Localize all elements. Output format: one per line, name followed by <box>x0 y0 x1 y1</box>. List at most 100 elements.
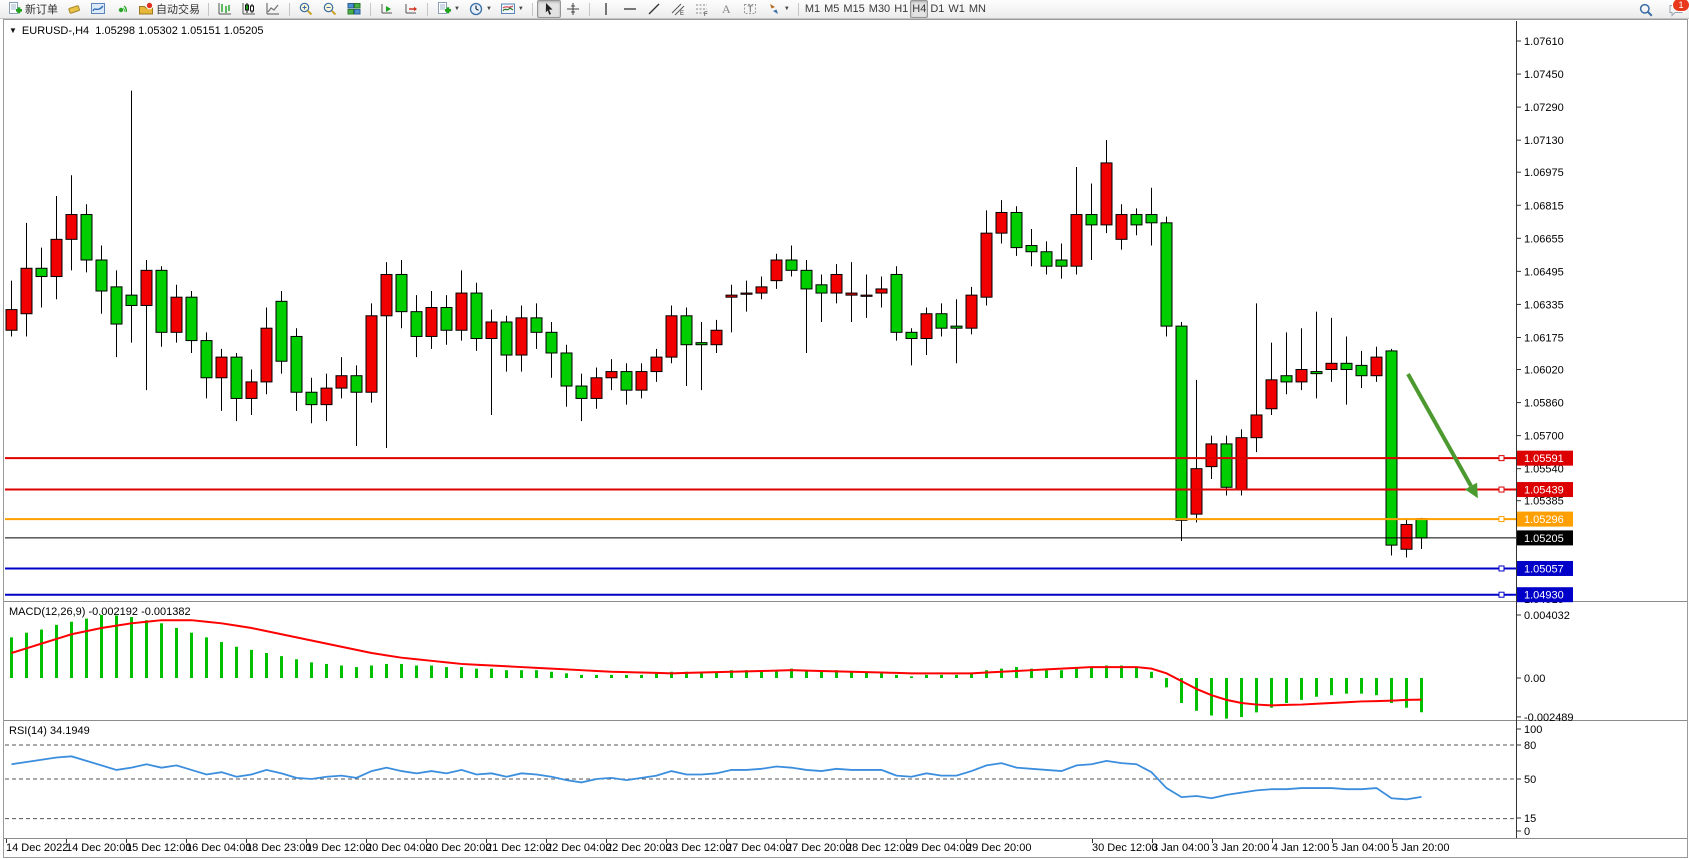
time-tick-label: 22 Dec 20:00 <box>606 842 671 854</box>
candle-body <box>1161 223 1172 326</box>
candle-body <box>1251 415 1262 438</box>
timeframe-m5-button[interactable]: M5 <box>822 0 841 18</box>
candle-body <box>81 215 92 260</box>
timeframe-d1-button[interactable]: D1 <box>928 0 946 18</box>
candle-body <box>186 297 197 340</box>
time-tick-label: 14 Dec 2022 <box>6 842 68 854</box>
price-badge-label: 1.05591 <box>1524 453 1564 465</box>
timeframe-m30-button[interactable]: M30 <box>867 0 892 18</box>
candle-body <box>51 239 62 276</box>
periods-button[interactable]: ▼ <box>464 0 496 18</box>
candle-body <box>1266 380 1277 409</box>
candle-chart-button[interactable] <box>237 0 261 18</box>
candle-body <box>846 293 857 295</box>
auto-trading-button[interactable]: 自动交易 <box>134 0 204 18</box>
timeframe-m15-button[interactable]: M15 <box>841 0 866 18</box>
signals-button[interactable] <box>110 0 134 18</box>
timeframe-h4-button[interactable]: H4 <box>910 0 928 18</box>
candle-body <box>1086 215 1097 225</box>
candle-body <box>1311 372 1322 374</box>
candle-body <box>1281 376 1292 382</box>
time-tick-label: 4 Jan 12:00 <box>1272 842 1330 854</box>
chart-shift-button[interactable] <box>399 0 423 18</box>
candle-body <box>756 287 767 293</box>
candle-body <box>336 376 347 388</box>
equidistant-channel-button[interactable]: E <box>666 0 690 18</box>
chart-canvas[interactable]: 1.076101.074501.072901.071301.069751.068… <box>0 0 1689 859</box>
signals-icon <box>114 1 130 17</box>
toolbar: 新订单 自动交易 <box>0 0 1689 19</box>
line-handle[interactable] <box>1499 592 1504 597</box>
candle-body <box>501 322 512 355</box>
chevron-down-icon[interactable]: ▼ <box>9 26 17 35</box>
candle-body <box>141 270 152 305</box>
line-handle[interactable] <box>1499 566 1504 571</box>
templates-button[interactable]: ▼ <box>496 0 528 18</box>
zoom-in-button[interactable] <box>294 0 318 18</box>
line-handle[interactable] <box>1499 456 1504 461</box>
timeframe-h1-button[interactable]: H1 <box>892 0 910 18</box>
line-handle[interactable] <box>1499 517 1504 522</box>
timeframe-m1-button[interactable]: M1 <box>803 0 822 18</box>
horizontal-line-button[interactable] <box>618 0 642 18</box>
dropdown-caret-icon[interactable]: ▼ <box>518 6 524 12</box>
fibonacci-button[interactable]: F <box>690 0 714 18</box>
candle-body <box>561 353 572 386</box>
market-watch-button[interactable] <box>86 0 110 18</box>
new-order-button[interactable]: 新订单 <box>3 0 62 18</box>
text-label-button[interactable]: T <box>738 0 762 18</box>
time-tick-label: 21 Dec 12:00 <box>486 842 551 854</box>
vertical-line-button[interactable] <box>594 0 618 18</box>
arrows-button[interactable]: ▼ <box>762 0 794 18</box>
candle-body <box>936 314 947 328</box>
toolbar-separator <box>208 3 209 16</box>
candle-body <box>1401 524 1412 549</box>
rsi-axis-label: 80 <box>1524 740 1536 752</box>
timeframe-w1-button[interactable]: W1 <box>946 0 967 18</box>
toolbar-separator <box>289 3 290 16</box>
candle-body <box>66 215 77 240</box>
candle-body <box>1356 365 1367 375</box>
timeframe-mn-button[interactable]: MN <box>967 0 988 18</box>
candle-body <box>981 233 992 297</box>
line-chart-button[interactable] <box>261 0 285 18</box>
zoom-out-button[interactable] <box>318 0 342 18</box>
candle-body <box>591 378 602 399</box>
cursor-button[interactable] <box>537 0 561 18</box>
candle-body <box>786 260 797 270</box>
price-tick-label: 1.06335 <box>1524 299 1564 311</box>
notifications-button[interactable]: 1 <box>1664 1 1688 19</box>
line-chart-icon <box>265 1 281 17</box>
cursor-icon <box>541 1 557 17</box>
price-tick-label: 1.06655 <box>1524 233 1564 245</box>
svg-text:T: T <box>747 4 753 14</box>
dropdown-caret-icon[interactable]: ▼ <box>784 6 790 12</box>
crosshair-button[interactable] <box>561 0 585 18</box>
time-tick-label: 3 Jan 20:00 <box>1212 842 1270 854</box>
candle-body <box>36 268 47 276</box>
indicators-button[interactable]: ▼ <box>432 0 464 18</box>
dropdown-caret-icon[interactable]: ▼ <box>486 6 492 12</box>
tile-windows-button[interactable] <box>342 0 366 18</box>
price-badge-label: 1.04930 <box>1524 590 1564 602</box>
price-tick-label: 1.06175 <box>1524 332 1564 344</box>
trendline-button[interactable] <box>642 0 666 18</box>
dropdown-caret-icon[interactable]: ▼ <box>454 6 460 12</box>
price-badge-label: 1.05205 <box>1524 533 1564 545</box>
candle-body <box>1296 370 1307 382</box>
mt4-window: 1.076101.074501.072901.071301.069751.068… <box>0 0 1689 859</box>
chart-background[interactable] <box>0 18 1689 859</box>
symbol-period-label: EURUSD-,H4 <box>22 25 89 37</box>
auto-scroll-button[interactable] <box>375 0 399 18</box>
search-button[interactable] <box>1634 1 1658 19</box>
line-handle[interactable] <box>1499 487 1504 492</box>
candle-body <box>1116 215 1127 240</box>
macd-axis-label: 0.00 <box>1524 673 1545 685</box>
text-button[interactable]: A <box>714 0 738 18</box>
candle-body <box>201 341 212 378</box>
candle-body <box>861 295 872 296</box>
bar-chart-button[interactable] <box>213 0 237 18</box>
time-axis[interactable]: 14 Dec 202214 Dec 20:0015 Dec 12:0016 De… <box>6 839 1450 854</box>
candle-body <box>711 330 722 344</box>
eraser-button[interactable] <box>62 0 86 18</box>
